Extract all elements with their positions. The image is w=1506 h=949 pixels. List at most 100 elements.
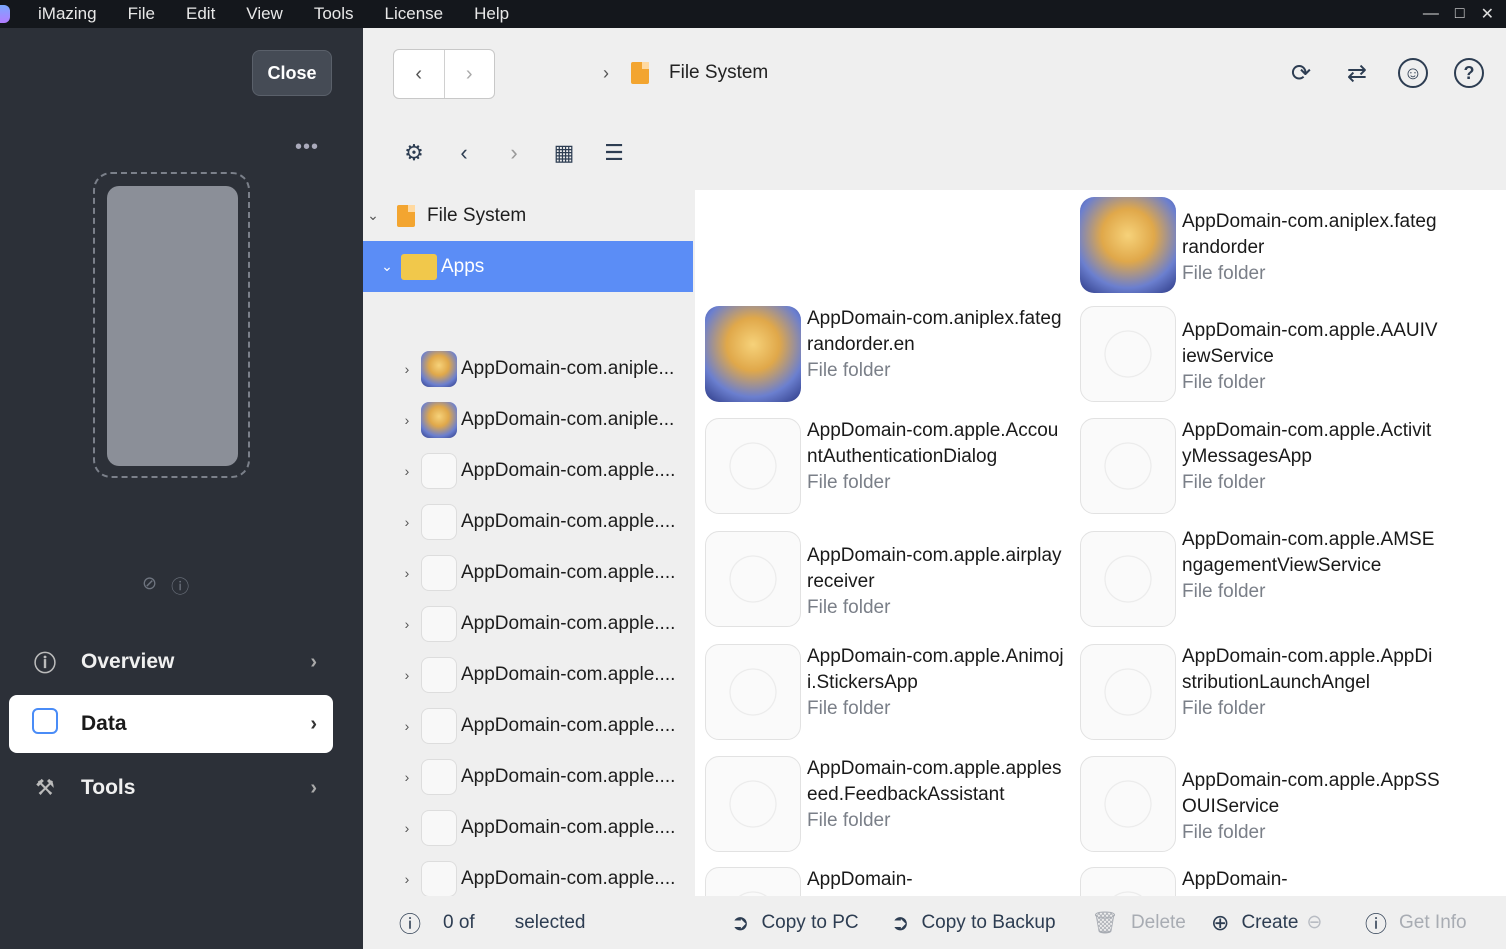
chevron-right-icon[interactable]: ›	[397, 565, 417, 581]
chevron-down-icon[interactable]: ⌄	[377, 258, 397, 275]
plus-icon: ⊕	[1211, 909, 1230, 935]
sidebar-item-tools[interactable]: ⚒ Tools ›	[9, 759, 333, 817]
breadcrumb: › File System	[603, 62, 768, 84]
app-icon	[421, 554, 457, 591]
sidebar-item-label: Overview	[81, 650, 175, 673]
grid-item[interactable]: AppDomain-com.aniplex.fategrandorder.en F…	[705, 306, 1075, 402]
app-icon	[705, 644, 801, 740]
chevron-down-icon[interactable]: ⌄	[363, 207, 383, 224]
tree-item[interactable]: › AppDomain-com.apple....	[363, 751, 693, 802]
transfer-icon[interactable]: ⇄	[1340, 56, 1374, 90]
item-name: AppDomain-com.apple.appleseed.FeedbackAs…	[807, 758, 1062, 805]
chevron-right-icon[interactable]: ›	[397, 412, 417, 428]
device-info-icon[interactable]: ⓘ	[171, 573, 189, 599]
tree-item[interactable]: › AppDomain-com.apple....	[363, 598, 693, 649]
chevron-right-icon[interactable]: ›	[499, 138, 529, 168]
tree-item[interactable]: › AppDomain-com.apple....	[363, 496, 693, 547]
menu-view[interactable]: View	[246, 4, 283, 24]
grid-item[interactable]: AppDomain-com.apple.AppDistributionLaunc…	[1080, 644, 1450, 740]
help-button[interactable]: ?	[1452, 56, 1486, 90]
tree-item[interactable]: › AppDomain-com.aniple...	[363, 343, 693, 394]
item-name: AppDomain-com.apple.AMSEngagementViewSer…	[1182, 529, 1435, 576]
grid-item[interactable]: AppDomain-com.apple.AppSSOUIService File …	[1080, 756, 1450, 852]
menu-tools[interactable]: Tools	[314, 4, 354, 24]
delete-button[interactable]: 🗑 Delete	[1091, 910, 1186, 936]
grid-item[interactable]: AppDomain-com.apple.Animoji.StickersApp F…	[705, 644, 1075, 740]
refresh-icon[interactable]: ⟳	[1284, 56, 1318, 90]
more-options-icon[interactable]: •••	[295, 136, 319, 159]
chevron-down-icon[interactable]: ⊖	[1306, 911, 1322, 934]
create-button[interactable]: ⊕ Create ⊖	[1211, 910, 1322, 936]
close-button[interactable]: Close	[252, 50, 332, 96]
menu-help[interactable]: Help	[474, 4, 509, 24]
grid-item[interactable]: AppDomain-com.apple.appleseed.FeedbackAs…	[705, 756, 1075, 852]
item-type: File folder	[807, 597, 891, 618]
minimize-icon[interactable]: —	[1423, 5, 1439, 23]
grid-item[interactable]: AppDomain-com.aniplex.fategrandorder File…	[1080, 197, 1450, 293]
grid-item[interactable]: AppDomain-com.apple.AAUIViewService File …	[1080, 306, 1450, 402]
chevron-right-icon: ›	[310, 776, 317, 799]
delete-label: Delete	[1130, 911, 1186, 933]
app-icon	[1080, 531, 1176, 627]
forward-button[interactable]: ›	[445, 50, 495, 98]
grid-item[interactable]: AppDomain-	[705, 867, 1075, 896]
grid-item[interactable]: AppDomain-com.apple.AMSEngagementViewSer…	[1080, 529, 1450, 627]
selection-count: 0 of	[443, 911, 475, 933]
chevron-right-icon[interactable]: ›	[397, 667, 417, 683]
window-controls: — □ ✕	[1423, 0, 1506, 28]
tree-item[interactable]: › AppDomain-com.apple....	[363, 700, 693, 751]
chevron-right-icon[interactable]: ›	[397, 616, 417, 632]
grid-item[interactable]: AppDomain-com.apple.AccountAuthenticatio…	[705, 418, 1075, 514]
app-logo-icon	[0, 5, 10, 23]
chevron-right-icon[interactable]: ›	[397, 463, 417, 479]
file-system-icon	[397, 204, 415, 227]
tree-item[interactable]: › AppDomain-com.apple....	[363, 853, 693, 896]
tree-item[interactable]: › AppDomain-com.apple....	[363, 802, 693, 853]
grid-item[interactable]: AppDomain-com.apple.airplayreceiver File …	[705, 531, 1075, 627]
get-info-button[interactable]: ⓘ Get Info	[1365, 907, 1467, 939]
account-button[interactable]: ☺	[1396, 56, 1430, 90]
history-nav: ‹ ›	[393, 49, 495, 99]
grid-item[interactable]: AppDomain-com.apple.ActivityMessagesApp F…	[1080, 418, 1450, 514]
copy-to-backup-button[interactable]: ➲ Copy to Backup	[891, 910, 1056, 936]
chevron-right-icon[interactable]: ›	[397, 361, 417, 377]
tree-item[interactable]: › AppDomain-com.aniple...	[363, 394, 693, 445]
grid-item[interactable]: AppDomain-	[1080, 867, 1450, 896]
menu-app[interactable]: iMazing	[38, 4, 97, 24]
tree-item[interactable]: › AppDomain-com.apple....	[363, 547, 693, 598]
chevron-right-icon[interactable]: ›	[397, 769, 417, 785]
app-icon	[421, 656, 457, 693]
sidebar-item-data[interactable]: Data ›	[9, 695, 333, 753]
item-name: AppDomain-	[807, 869, 913, 890]
gear-icon[interactable]: ⚙	[399, 138, 429, 168]
app-icon	[705, 867, 801, 896]
menu-file[interactable]: File	[128, 4, 155, 24]
folder-icon	[401, 253, 437, 280]
tree-item[interactable]: › AppDomain-com.apple....	[363, 649, 693, 700]
copy-to-backup-label: Copy to Backup	[921, 911, 1056, 933]
chevron-left-icon[interactable]: ‹	[449, 138, 479, 168]
chevron-right-icon[interactable]: ›	[397, 514, 417, 530]
sidebar-item-overview[interactable]: ⓘ Overview ›	[9, 633, 333, 691]
close-window-icon[interactable]: ✕	[1481, 4, 1494, 24]
breadcrumb-file-system[interactable]: File System	[669, 62, 768, 84]
menu-edit[interactable]: Edit	[186, 4, 215, 24]
chevron-right-icon[interactable]: ›	[397, 871, 417, 887]
file-system-icon	[631, 62, 649, 84]
menu-license[interactable]: License	[385, 4, 444, 24]
hidden-eye-icon[interactable]: ⊘	[142, 573, 157, 599]
back-button[interactable]: ‹	[394, 50, 445, 98]
chevron-right-icon[interactable]: ›	[397, 820, 417, 836]
grid-view-icon[interactable]: ▦	[549, 138, 579, 168]
item-name: AppDomain-com.apple.AAUIViewService	[1182, 320, 1438, 367]
maximize-icon[interactable]: □	[1455, 5, 1465, 23]
copy-to-pc-button[interactable]: ➲ Copy to PC	[731, 910, 859, 936]
tree-item[interactable]: › AppDomain-com.apple....	[363, 445, 693, 496]
list-view-icon[interactable]: ☰	[599, 138, 629, 168]
tree-item-apps[interactable]: ⌄ Apps	[363, 241, 693, 292]
tree-item-file-system[interactable]: ⌄ File System	[363, 190, 693, 241]
item-name: AppDomain-com.apple.Animoji.StickersApp	[807, 646, 1064, 693]
app-icon	[1080, 306, 1176, 402]
app-icon	[421, 860, 457, 896]
chevron-right-icon[interactable]: ›	[397, 718, 417, 734]
